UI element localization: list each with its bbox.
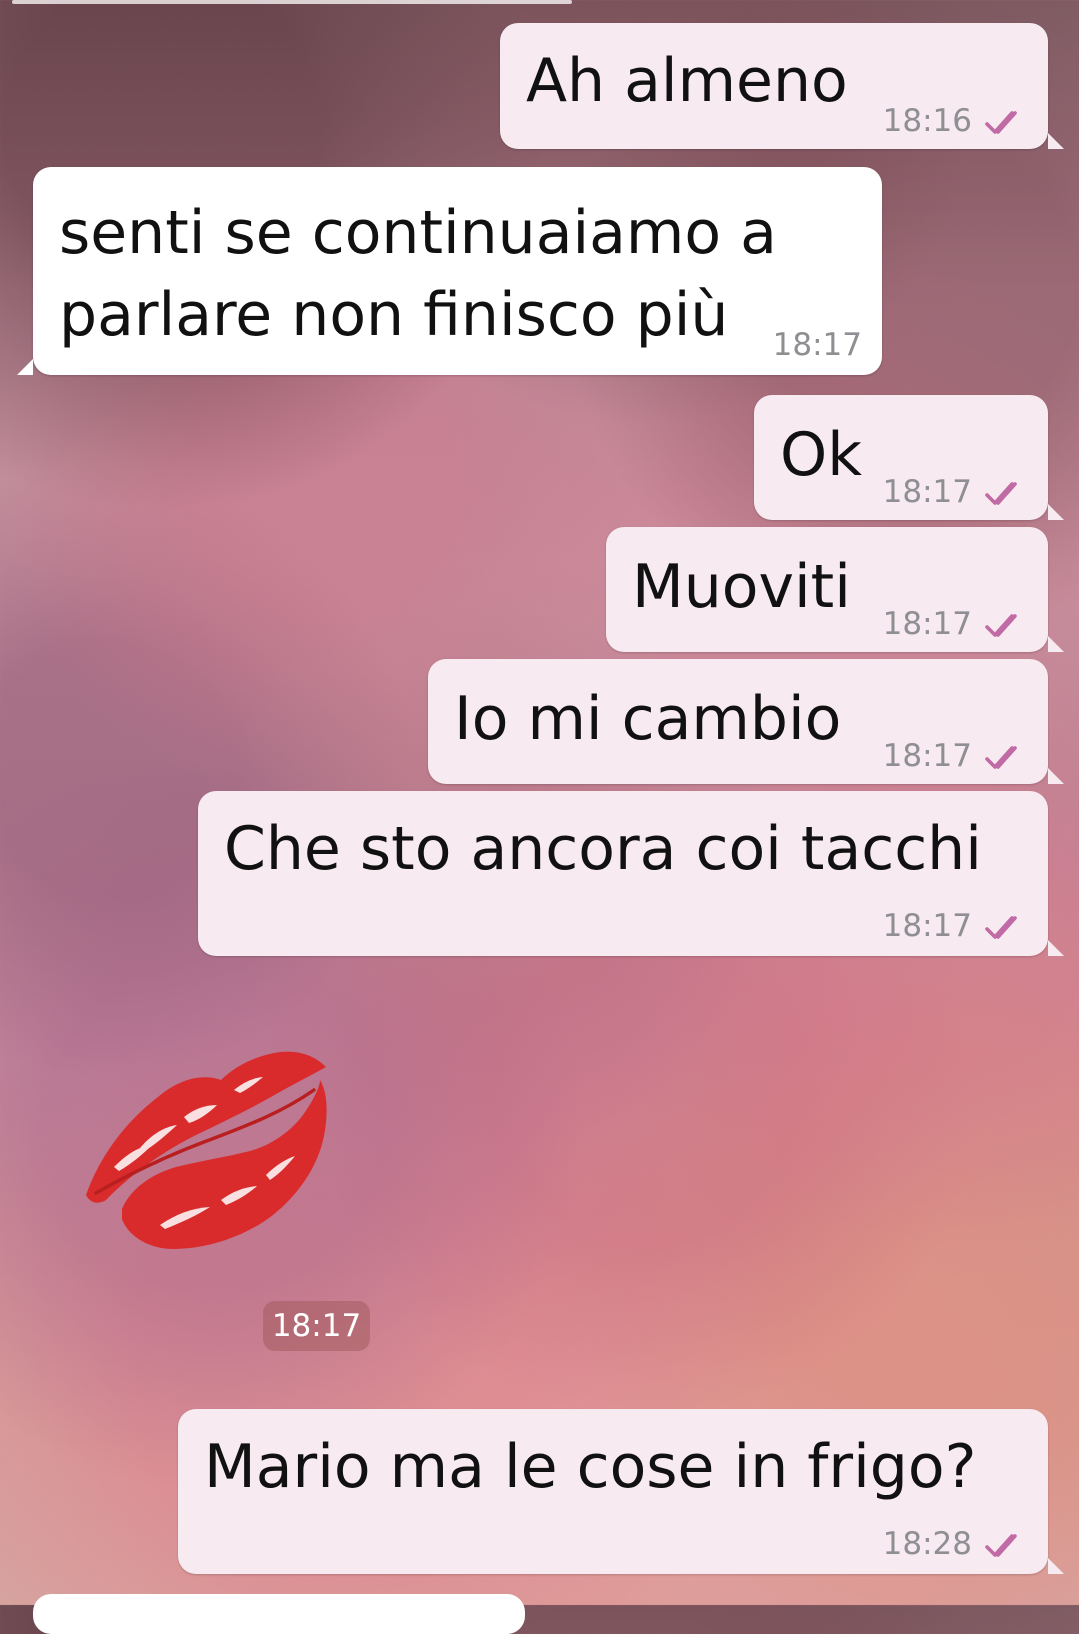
double-check-icon: [985, 613, 1017, 637]
kiss-mark-icon[interactable]: [76, 1035, 330, 1265]
message-text-line-1: senti se continuaiamo a: [59, 198, 777, 268]
message-bubble[interactable]: Che sto ancora coi tacchi 18:17: [198, 791, 1064, 956]
message-meta: 18:17: [883, 609, 1028, 640]
double-check-icon: [985, 1533, 1017, 1557]
message-bubble[interactable]: Ok 18:17: [754, 395, 1064, 520]
message-meta: 18:17: [883, 911, 1028, 942]
message-text: Ok: [780, 420, 862, 490]
message-time: 18:17: [882, 474, 972, 510]
message-text-line-2: parlare non finisco più: [59, 280, 729, 350]
double-check-icon: [985, 745, 1017, 769]
message-bubble[interactable]: Muoviti 18:17: [606, 527, 1064, 652]
message-text: Io mi cambio: [454, 684, 842, 754]
double-check-icon: [985, 110, 1017, 134]
message-text: Che sto ancora coi tacchi: [224, 814, 982, 884]
message-time: 18:17: [882, 738, 972, 774]
message-text: Muoviti: [632, 552, 851, 622]
message-time: 18:16: [882, 103, 972, 139]
sticker-time: 18:17: [271, 1308, 362, 1344]
message-meta: 18:17: [883, 741, 1028, 772]
message-time: 18:17: [882, 606, 972, 642]
message-time: 18:17: [882, 908, 972, 944]
message-text: Mario ma le cose in frigo?: [204, 1432, 977, 1502]
message-meta: 18:17: [773, 330, 862, 361]
previous-message-edge: [12, 0, 572, 4]
message-bubble[interactable]: Io mi cambio 18:17: [428, 659, 1064, 784]
double-check-icon: [985, 915, 1017, 939]
message-time: 18:28: [882, 1526, 972, 1562]
message-meta: 18:28: [883, 1529, 1028, 1560]
message-bubble[interactable]: Ah almeno 18:16: [500, 23, 1064, 149]
message-bubble[interactable]: Mario ma le cose in frigo? 18:28: [178, 1409, 1064, 1574]
next-message-bubble[interactable]: [33, 1594, 525, 1634]
message-time: 18:17: [772, 327, 862, 363]
message-text: Ah almeno: [526, 46, 848, 116]
sticker-time-pill: 18:17: [263, 1301, 370, 1351]
message-meta: 18:17: [883, 477, 1028, 508]
message-bubble[interactable]: senti se continuaiamo a parlare non fini…: [17, 167, 882, 375]
message-meta: 18:16: [883, 106, 1028, 137]
double-check-icon: [985, 481, 1017, 505]
